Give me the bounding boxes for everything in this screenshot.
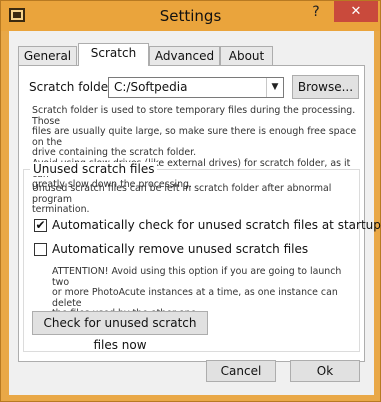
auto-check-checkbox[interactable]: ✔ xyxy=(34,219,47,232)
tab-general[interactable]: General xyxy=(18,46,77,66)
tab-about[interactable]: About xyxy=(220,46,273,66)
title-bar[interactable]: Settings ? ✕ xyxy=(1,1,380,31)
attention-line: or more PhotoAcute instances at a time, … xyxy=(52,287,338,309)
attention-line: ATTENTION! Avoid using this option if yo… xyxy=(52,266,342,288)
group-title: Unused scratch files xyxy=(30,162,158,176)
auto-remove-checkbox[interactable] xyxy=(34,243,47,256)
unused-description: Unused scratch files can be left in scra… xyxy=(32,183,359,216)
scratch-folder-combo[interactable]: C:/Softpedia ▼ xyxy=(108,77,284,98)
auto-check-label[interactable]: Automatically check for unused scratch f… xyxy=(52,218,381,232)
dialog-client-area: General Scratch Advanced About Scratch f… xyxy=(9,31,381,395)
auto-remove-label[interactable]: Automatically remove unused scratch file… xyxy=(52,242,308,256)
description-line: files are usually quite large, so make s… xyxy=(32,126,357,148)
checkmark-icon: ✔ xyxy=(35,218,46,232)
ok-button[interactable]: Ok xyxy=(290,360,360,382)
scratch-panel: Scratch folder: C:/Softpedia ▼ Browse...… xyxy=(18,65,381,362)
tab-scratch[interactable]: Scratch xyxy=(78,43,149,66)
chevron-down-icon[interactable]: ▼ xyxy=(266,78,283,97)
unused-scratch-group: Unused scratch files Unused scratch file… xyxy=(23,162,381,352)
description-line: Scratch folder is used to store temporar… xyxy=(32,105,356,127)
cancel-button[interactable]: Cancel xyxy=(206,360,276,382)
description-line: Unused scratch files can be left in scra… xyxy=(32,183,332,205)
tab-advanced[interactable]: Advanced xyxy=(149,46,220,66)
settings-window: Settings ? ✕ General Scratch Advanced Ab… xyxy=(0,0,381,402)
description-line: termination. xyxy=(32,204,90,216)
check-unused-now-button[interactable]: Check for unused scratch files now xyxy=(32,311,208,352)
browse-button[interactable]: Browse... xyxy=(292,75,359,99)
close-button[interactable]: ✕ xyxy=(334,1,378,22)
help-button[interactable]: ? xyxy=(303,1,329,23)
scratch-folder-value: C:/Softpedia xyxy=(114,80,188,94)
scratch-folder-label: Scratch folder: xyxy=(29,80,117,94)
